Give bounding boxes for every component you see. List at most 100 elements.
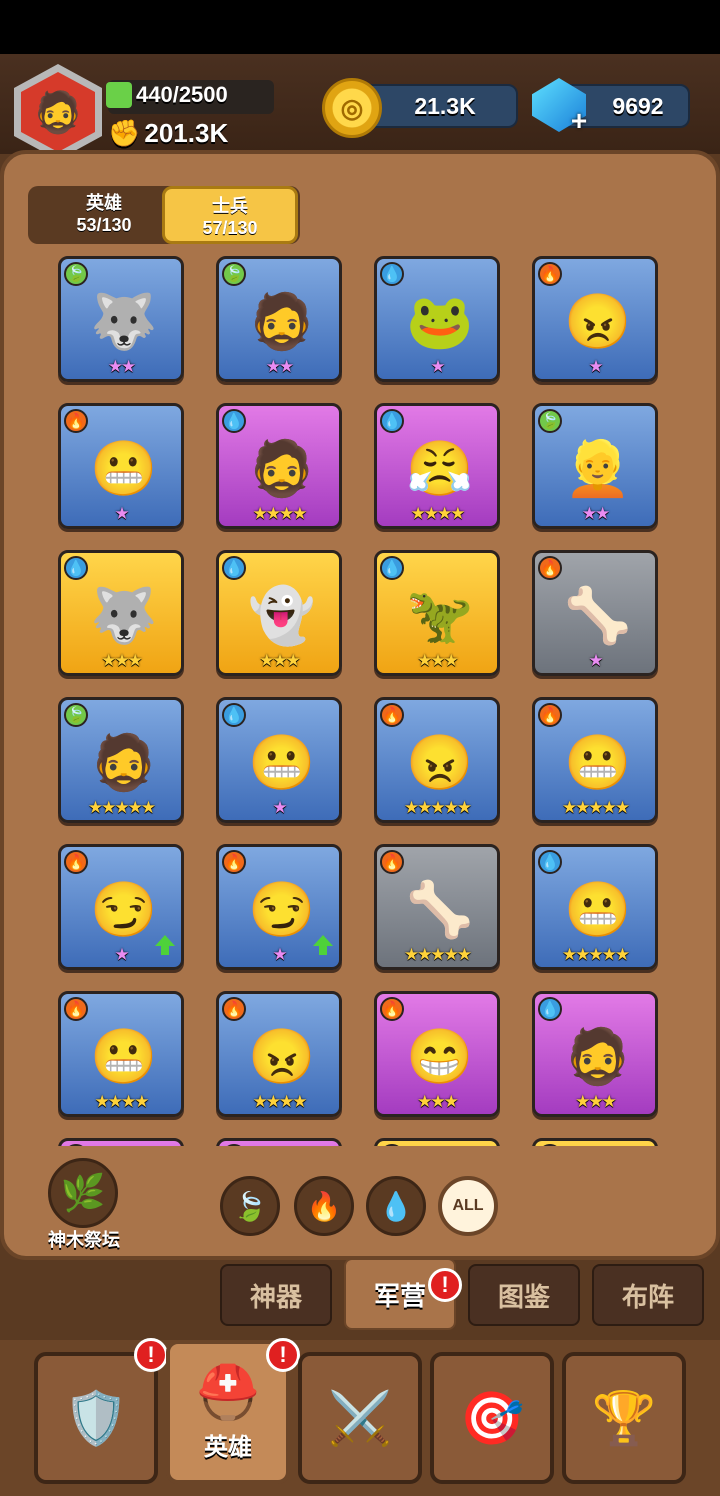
unit-card[interactable]: 😬 💧 ★★★★★ bbox=[532, 844, 658, 970]
fire-icon: 🔥 bbox=[380, 703, 404, 727]
fire-icon: 🔥 bbox=[64, 850, 88, 874]
water-drop-icon: 💧 bbox=[378, 1190, 414, 1222]
unit-card[interactable]: 😤 💧 ★★★★ bbox=[374, 403, 500, 529]
unit-card[interactable]: 🐸 💧 ★ bbox=[374, 256, 500, 382]
filter-all-button[interactable]: ALL bbox=[438, 1176, 498, 1236]
fire-icon: 🔥 bbox=[538, 556, 562, 580]
fire-icon: 🔥 bbox=[64, 409, 88, 433]
unit-card[interactable]: 🦴 🔥 ★★★★★ bbox=[374, 844, 500, 970]
tab-artifacts[interactable]: 神器 bbox=[220, 1264, 332, 1326]
unit-card[interactable]: 😁 🔥 ★★★ bbox=[374, 991, 500, 1117]
filter-all-label: ALL bbox=[452, 1197, 484, 1214]
fire-icon: 🔥 bbox=[380, 850, 404, 874]
unit-card[interactable]: 😠 🔥 ★ bbox=[532, 256, 658, 382]
leaf-icon: 🍃 bbox=[64, 1144, 88, 1146]
unit-portrait-icon: 🧔 bbox=[248, 291, 316, 352]
coin-icon: ◎ bbox=[322, 78, 382, 138]
filter-leaf-button[interactable]: 🍃 bbox=[220, 1176, 280, 1236]
unit-portrait-icon: 😬 bbox=[564, 732, 632, 793]
unit-portrait-icon: 🦴 bbox=[564, 585, 632, 646]
nav-heroes-label: 英雄 bbox=[204, 1434, 252, 1461]
unit-card[interactable]: 🦖 💧 ★★★ bbox=[374, 550, 500, 676]
unit-card[interactable]: 🔥 bbox=[216, 1138, 342, 1146]
stamina-row: 440/2500 bbox=[106, 82, 228, 108]
unit-card[interactable]: 😏 🔥 ★ bbox=[216, 844, 342, 970]
fire-icon: 🔥 bbox=[222, 1144, 246, 1146]
fire-icon: 🔥 bbox=[538, 262, 562, 286]
unit-card[interactable]: 😬 🔥 ★★★★★ bbox=[532, 697, 658, 823]
tab-formation[interactable]: 布阵 bbox=[592, 1264, 704, 1326]
filter-water-button[interactable]: 💧 bbox=[366, 1176, 426, 1236]
unit-portrait-icon: 😬 bbox=[564, 879, 632, 940]
star-rating: ★★ bbox=[265, 357, 294, 376]
unit-grid: 🐺 🍃 ★★ 🧔 🍃 ★★ 🐸 💧 ★ 😠 🔥 ★ 😬 🔥 ★ 🧔 💧 ★★★★ 😤 💧 ★★★★ 👱 🍃 ★★ 🐺 💧 ★★★ 👻 💧… bbox=[58, 256, 660, 1146]
add-gems-icon[interactable]: + bbox=[566, 107, 592, 135]
leaf-icon: 🍃 bbox=[64, 703, 88, 727]
tab-formation-label: 布阵 bbox=[621, 1281, 674, 1312]
unit-portrait-icon: 😠 bbox=[564, 291, 632, 352]
unit-card[interactable]: 👱 🍃 ★★ bbox=[532, 403, 658, 529]
heroes-alert-icon: ! bbox=[266, 1338, 300, 1372]
star-rating: ★★★ bbox=[101, 651, 143, 670]
fire-icon: 🔥 bbox=[380, 997, 404, 1021]
unit-card[interactable]: 🍃 bbox=[58, 1138, 184, 1146]
unit-portrait-icon: 👱 bbox=[564, 438, 632, 499]
water-drop-icon: 💧 bbox=[222, 703, 246, 727]
unit-card[interactable]: 🐺 🍃 ★★ bbox=[58, 256, 184, 382]
gem-value: 9692 bbox=[612, 92, 664, 119]
unit-card[interactable]: 🧔 🍃 ★★★★★ bbox=[58, 697, 184, 823]
unit-portrait-icon: 🐸 bbox=[406, 291, 474, 352]
sacred-tree-altar-button[interactable]: 🌿 bbox=[48, 1158, 118, 1228]
tab-artifacts-label: 神器 bbox=[249, 1281, 302, 1312]
nav-trophy-button[interactable]: 🏆 bbox=[562, 1352, 686, 1484]
star-rating: ★ bbox=[588, 357, 603, 376]
leaf-icon: 🍃 bbox=[222, 262, 246, 286]
unit-card[interactable]: 😬 🔥 ★ bbox=[58, 403, 184, 529]
banner-sword-icon: 🛡️ bbox=[63, 1389, 129, 1448]
viking-helmet-icon: ⛑️ bbox=[195, 1364, 261, 1422]
unit-card[interactable]: 💧 bbox=[532, 1138, 658, 1146]
unit-portrait-icon: 🐺 bbox=[90, 291, 158, 352]
unit-portrait-icon: 😠 bbox=[248, 1026, 316, 1087]
unit-card[interactable]: 🧔 💧 ★★★ bbox=[532, 991, 658, 1117]
water-drop-icon: 💧 bbox=[222, 409, 246, 433]
filter-fire-button[interactable]: 🔥 bbox=[294, 1176, 354, 1236]
nav-target-button[interactable]: 🎯 bbox=[430, 1352, 554, 1484]
star-rating: ★★★★ bbox=[94, 1092, 150, 1111]
tab-codex[interactable]: 图鉴 bbox=[468, 1264, 580, 1326]
unit-card[interactable]: 🦴 🔥 ★ bbox=[532, 550, 658, 676]
unit-card[interactable]: 🐺 💧 ★★★ bbox=[58, 550, 184, 676]
leaf-icon: 🍃 bbox=[538, 409, 562, 433]
leaf-icon: 🍃 bbox=[64, 262, 88, 286]
unit-card[interactable]: 😬 🔥 ★★★★ bbox=[58, 991, 184, 1117]
unit-card[interactable]: 😬 💧 ★ bbox=[216, 697, 342, 823]
unit-portrait-icon: 😤 bbox=[406, 438, 474, 499]
unit-card[interactable]: 🧔 💧 ★★★★ bbox=[216, 403, 342, 529]
crossed-swords-icon: ⚔️ bbox=[327, 1389, 393, 1448]
leaf-icon: 🍃 bbox=[232, 1190, 268, 1222]
power-value: 201.3K bbox=[144, 118, 229, 148]
unit-card[interactable]: 👻 💧 ★★★ bbox=[216, 550, 342, 676]
water-drop-icon: 💧 bbox=[380, 262, 404, 286]
nav-banner-button[interactable]: 🛡️ bbox=[34, 1352, 158, 1484]
banner-alert-icon: ! bbox=[134, 1338, 168, 1372]
star-rating: ★ bbox=[588, 651, 603, 670]
unit-portrait-icon: 🦖 bbox=[406, 585, 474, 646]
fire-icon: 🔥 bbox=[380, 1144, 404, 1146]
star-rating: ★★★★ bbox=[410, 504, 466, 523]
unit-portrait-icon: 😬 bbox=[90, 1026, 158, 1087]
water-drop-icon: 💧 bbox=[538, 850, 562, 874]
nav-battle-button[interactable]: ⚔️ bbox=[298, 1352, 422, 1484]
unit-card[interactable]: 😏 🔥 ★ bbox=[58, 844, 184, 970]
water-drop-icon: 💧 bbox=[380, 409, 404, 433]
unit-card[interactable]: 😠 🔥 ★★★★ bbox=[216, 991, 342, 1117]
tab-codex-label: 图鉴 bbox=[497, 1281, 550, 1312]
unit-card[interactable]: 🧔 🍃 ★★ bbox=[216, 256, 342, 382]
fire-icon: 🔥 bbox=[306, 1190, 342, 1222]
toggle-heroes[interactable]: 英雄 53/130 bbox=[36, 186, 172, 244]
unit-card[interactable]: 🔥 bbox=[374, 1138, 500, 1146]
toggle-soldiers[interactable]: 士兵 57/130 bbox=[162, 186, 298, 244]
unit-card[interactable]: 😠 🔥 ★★★★★ bbox=[374, 697, 500, 823]
star-rating: ★★★ bbox=[417, 1092, 459, 1111]
shrine-label: 神木祭坛 bbox=[48, 1230, 120, 1250]
